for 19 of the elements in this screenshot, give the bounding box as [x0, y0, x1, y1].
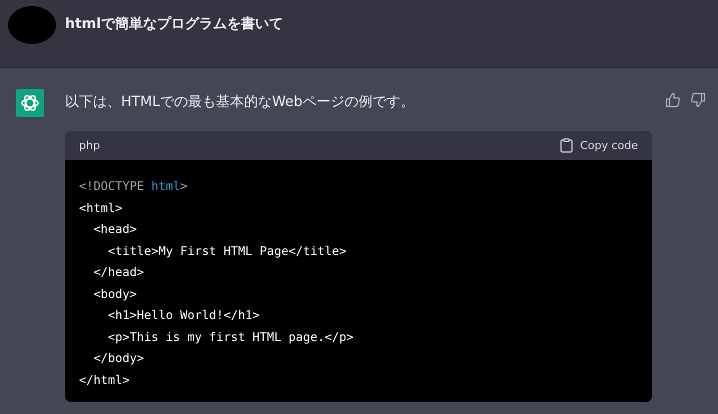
avatar-placeholder — [8, 6, 56, 44]
code-line: </head> — [92, 264, 144, 281]
chatbot-logo-icon — [16, 89, 44, 117]
thumbs-up-icon[interactable] — [665, 92, 681, 108]
user-message: htmlで簡単なプログラムを書いて — [65, 15, 284, 34]
code-line: <html> — [79, 200, 122, 216]
code-line: </body> — [92, 350, 144, 367]
code-language: php — [79, 139, 100, 152]
code-line: <!DOCTYPE html> — [79, 178, 188, 195]
assistant-message: 以下は、HTMLでの最も基本的なWebページの例です。 — [65, 93, 416, 112]
code-line: <head> — [92, 221, 137, 238]
clipboard-icon — [560, 138, 574, 153]
code-line: <body> — [92, 286, 137, 302]
copy-code-button[interactable]: Copy code — [560, 138, 638, 153]
code-line: <title>My First HTML Page</title> — [106, 242, 346, 260]
thumbs-down-icon[interactable] — [690, 92, 706, 108]
code-line: <h1>Hello World!</h1> — [106, 307, 260, 324]
code-line: <p>This is my first HTML page.</p> — [106, 328, 354, 346]
code-line: </html> — [79, 372, 130, 388]
